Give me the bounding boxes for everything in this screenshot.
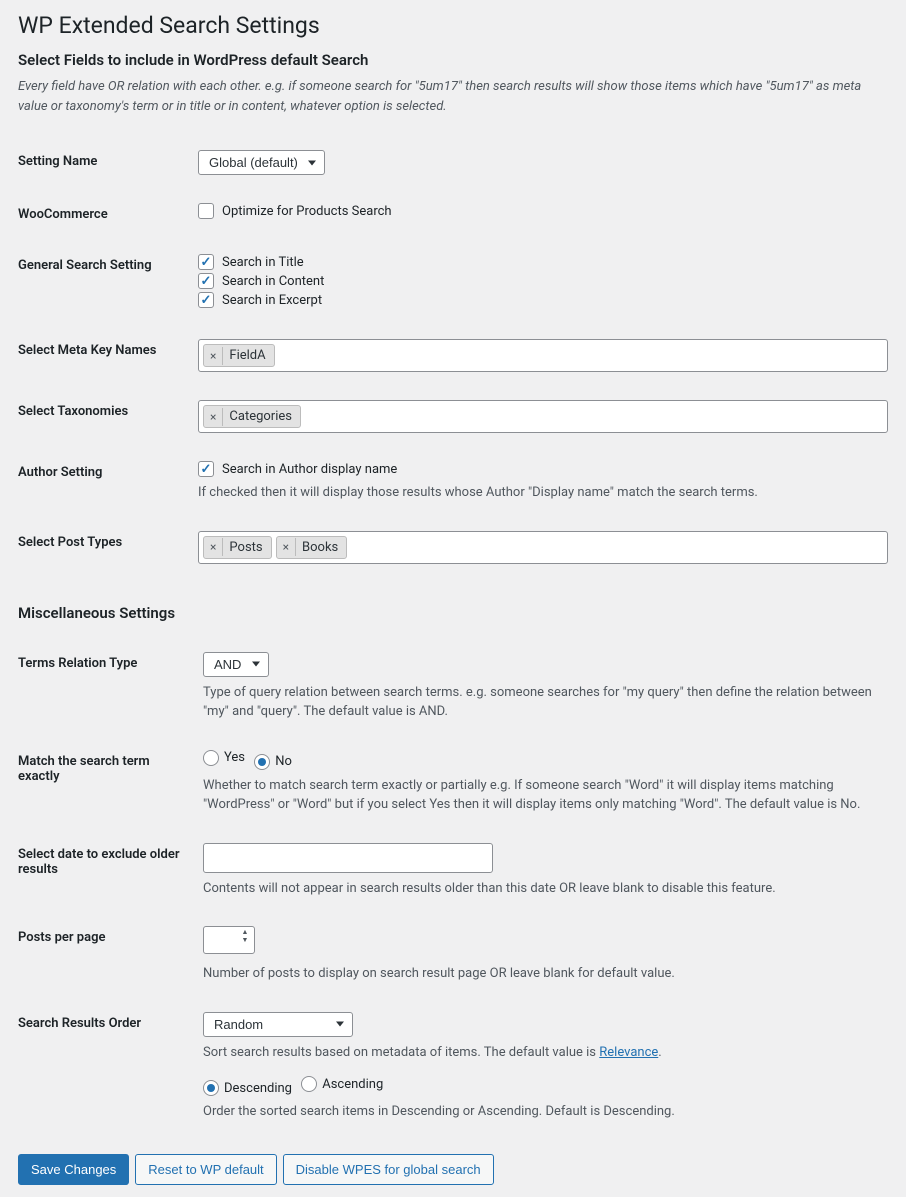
search-title-checkbox[interactable]: [198, 254, 214, 270]
exact-yes-radio[interactable]: [203, 750, 219, 766]
post-type-token: × Books: [276, 536, 348, 559]
save-button[interactable]: Save Changes: [18, 1154, 129, 1186]
author-desc: If checked then it will display those re…: [198, 483, 888, 503]
label-general-search: General Search Setting: [18, 240, 198, 325]
exclude-date-input[interactable]: [203, 843, 493, 873]
posts-per-page-input[interactable]: ▲ ▼: [203, 926, 255, 954]
results-order-desc: Sort search results based on metadata of…: [203, 1043, 888, 1063]
relevance-link[interactable]: Relevance: [599, 1045, 658, 1060]
exact-no-radio[interactable]: [254, 754, 270, 770]
label-woocommerce: WooCommerce: [18, 189, 198, 240]
taxonomies-input[interactable]: × Categories: [198, 400, 888, 433]
search-content-label: Search in Content: [222, 274, 324, 289]
exact-no-label: No: [275, 754, 292, 769]
woocommerce-option-label: Optimize for Products Search: [222, 204, 392, 219]
remove-token-icon[interactable]: ×: [204, 408, 223, 426]
remove-token-icon[interactable]: ×: [277, 538, 296, 556]
post-types-input[interactable]: × Posts × Books: [198, 531, 888, 564]
descending-radio[interactable]: [203, 1080, 219, 1096]
label-exclude-date: Select date to exclude older results: [18, 829, 203, 913]
label-taxonomies: Select Taxonomies: [18, 386, 198, 447]
author-checkbox[interactable]: [198, 461, 214, 477]
reset-button[interactable]: Reset to WP default: [135, 1154, 276, 1186]
ascending-radio[interactable]: [301, 1076, 317, 1092]
posts-per-page-desc: Number of posts to display on search res…: [203, 964, 888, 984]
ascending-label: Ascending: [322, 1077, 383, 1092]
exclude-date-desc: Contents will not appear in search resul…: [203, 879, 888, 899]
label-meta-keys: Select Meta Key Names: [18, 325, 198, 386]
woocommerce-checkbox[interactable]: [198, 203, 214, 219]
disable-wpes-button[interactable]: Disable WPES for global search: [283, 1154, 494, 1186]
stepper-down-icon[interactable]: ▼: [239, 937, 251, 944]
page-title: WP Extended Search Settings: [18, 12, 888, 39]
section-fields-intro: Every field have OR relation with each o…: [18, 77, 888, 116]
label-results-order: Search Results Order: [18, 998, 203, 1136]
misc-heading: Miscellaneous Settings: [18, 604, 888, 622]
label-post-types: Select Post Types: [18, 517, 198, 578]
order-dir-desc: Order the sorted search items in Descend…: [203, 1102, 888, 1122]
terms-relation-desc: Type of query relation between search te…: [203, 683, 888, 722]
meta-key-token: × FieldA: [203, 344, 275, 367]
search-excerpt-label: Search in Excerpt: [222, 293, 322, 308]
setting-name-select[interactable]: Global (default): [198, 150, 325, 175]
remove-token-icon[interactable]: ×: [204, 347, 223, 365]
label-exact-match: Match the search term exactly: [18, 736, 203, 829]
section-fields-heading: Select Fields to include in WordPress de…: [18, 51, 888, 69]
exact-yes-label: Yes: [224, 750, 245, 765]
post-type-token: × Posts: [203, 536, 272, 559]
meta-keys-input[interactable]: × FieldA: [198, 339, 888, 372]
label-setting-name: Setting Name: [18, 136, 198, 189]
terms-relation-select[interactable]: AND: [203, 652, 269, 677]
label-posts-per-page: Posts per page: [18, 912, 203, 998]
descending-label: Descending: [224, 1081, 292, 1096]
label-terms-relation: Terms Relation Type: [18, 638, 203, 736]
author-option-label: Search in Author display name: [222, 462, 397, 477]
label-author-setting: Author Setting: [18, 447, 198, 517]
taxonomy-token: × Categories: [203, 405, 301, 428]
stepper-up-icon[interactable]: ▲: [239, 929, 251, 936]
exact-desc: Whether to match search term exactly or …: [203, 776, 888, 815]
search-excerpt-checkbox[interactable]: [198, 292, 214, 308]
results-order-select[interactable]: Random: [203, 1012, 353, 1037]
search-title-label: Search in Title: [222, 255, 304, 270]
search-content-checkbox[interactable]: [198, 273, 214, 289]
remove-token-icon[interactable]: ×: [204, 538, 223, 556]
